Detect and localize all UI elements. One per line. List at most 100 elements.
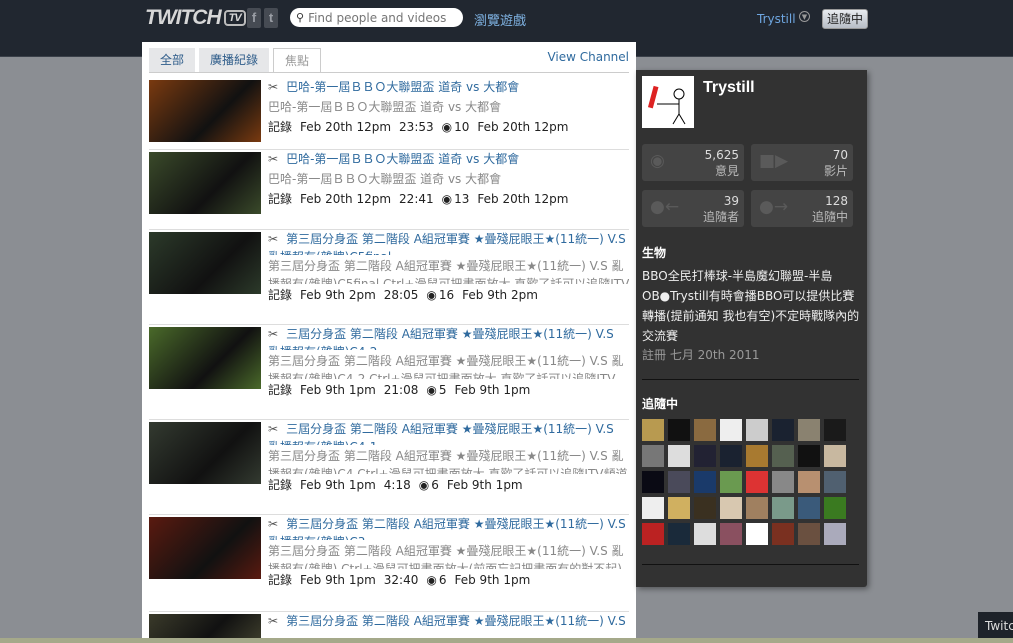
video-meta: 記錄 Feb 9th 1pm 21:08 ◉ 5 Feb 9th 1pm [268, 379, 629, 401]
following-avatar[interactable] [746, 419, 768, 441]
following-avatar[interactable] [824, 419, 846, 441]
video-title-link[interactable]: 第三屆分身盃 第二階段 A組冠軍賽 ★曡殘屁眼王★(11統一) V.S [286, 517, 626, 531]
following-avatar[interactable] [798, 471, 820, 493]
twitch-logo[interactable]: TWITCH TV [145, 6, 246, 30]
scissors-icon[interactable]: ✂ [268, 327, 278, 341]
video-row[interactable]: ✂ 巴哈-第一屆ＢＢＯ大聯盟盃 道奇 vs 大都會 巴哈-第一屆ＢＢＯ大聯盟盃 道… [149, 150, 629, 230]
scissors-icon[interactable]: ✂ [268, 614, 278, 628]
following-avatar[interactable] [720, 523, 742, 545]
following-avatar[interactable] [746, 497, 768, 519]
following-avatar[interactable] [720, 419, 742, 441]
following-avatar[interactable] [824, 445, 846, 467]
video-row[interactable]: ✂ 第三屆分身盃 第二階段 A組冠軍賽 ★曡殘屁眼王★(11統一) V.S [149, 612, 629, 640]
video-thumbnail[interactable] [149, 422, 261, 484]
following-avatar[interactable] [694, 445, 716, 467]
following-avatar[interactable] [772, 497, 794, 519]
avatar[interactable] [642, 76, 694, 128]
following-avatar[interactable] [746, 471, 768, 493]
following-avatar[interactable] [746, 523, 768, 545]
following-avatar[interactable] [668, 419, 690, 441]
video-title-link[interactable]: 第三屆分身盃 第二階段 A組冠軍賽 ★曡殘屁眼王★(11統一) V.S [286, 614, 626, 628]
videos-popup: 全部 廣播紀錄 焦點 View Channel ✂ 巴哈-第一屆ＢＢＯ大聯盟盃 道… [142, 42, 636, 643]
video-title-link[interactable]: 三屆分身盃 第二階段 A組冠軍賽 ★曡殘屁眼王★(11統一) V.S [286, 327, 614, 341]
video-title-link[interactable]: 巴哈-第一屆ＢＢＯ大聯盟盃 道奇 vs 大都會 [286, 80, 519, 94]
search-input[interactable] [308, 10, 459, 25]
video-row[interactable]: ✂ 巴哈-第一屆ＢＢＯ大聯盟盃 道奇 vs 大都會 巴哈-第一屆ＢＢＯ大聯盟盃 道… [149, 78, 629, 150]
scissors-icon[interactable]: ✂ [268, 80, 278, 94]
video-thumbnail[interactable] [149, 232, 261, 294]
video-description-overflow: 播報有(雜牌)C4 Ctrl+滑鼠可把畫面放大 直歡了話可以追隨ITV頻道 [268, 467, 628, 474]
video-thumbnail[interactable] [149, 327, 261, 389]
user-menu-link[interactable]: Trystill [757, 12, 796, 26]
following-avatar[interactable] [668, 445, 690, 467]
scissors-icon[interactable]: ✂ [268, 232, 278, 246]
following-avatar[interactable] [642, 445, 664, 467]
following-button[interactable]: 追隨中 [822, 9, 868, 29]
scissors-icon[interactable]: ✂ [268, 422, 278, 436]
following-avatar[interactable] [746, 445, 768, 467]
video-thumbnail[interactable] [149, 152, 261, 214]
video-row[interactable]: ✂ 第三屆分身盃 第二階段 A組冠軍賽 ★曡殘屁眼王★(11統一) V.S 亂播報… [149, 515, 629, 612]
view-count: 6 [431, 478, 439, 492]
video-row[interactable]: ✂ 三屆分身盃 第二階段 A組冠軍賽 ★曡殘屁眼王★(11統一) V.S 亂播報有… [149, 420, 629, 515]
video-row[interactable]: ✂ 三屆分身盃 第二階段 A組冠軍賽 ★曡殘屁眼王★(11統一) V.S 亂播報有… [149, 325, 629, 420]
scissors-icon[interactable]: ✂ [268, 517, 278, 531]
recorded-label: 記錄 [268, 383, 293, 397]
recorded-date: Feb 9th 1pm [300, 478, 376, 492]
search-icon: ⚲ [296, 11, 305, 24]
video-title-link[interactable]: 巴哈-第一屆ＢＢＯ大聯盟盃 道奇 vs 大都會 [286, 152, 519, 166]
following-avatar[interactable] [642, 497, 664, 519]
video-thumbnail[interactable] [149, 80, 261, 142]
video-length: 4:18 [383, 478, 411, 492]
video-thumbnail[interactable] [149, 517, 261, 579]
profile-name[interactable]: Trystill [703, 79, 755, 97]
video-meta: 記錄 Feb 9th 2pm 28:05 ◉ 16 Feb 9th 2pm [268, 284, 629, 306]
view-count: 16 [438, 288, 455, 302]
video-thumbnail[interactable] [149, 614, 261, 638]
tab-all[interactable]: 全部 [149, 48, 196, 72]
following-avatar[interactable] [642, 471, 664, 493]
following-avatar[interactable] [772, 419, 794, 441]
following-avatar[interactable] [772, 523, 794, 545]
video-description: 巴哈-第一屆ＢＢＯ大聯盟盃 道奇 vs 大都會 [268, 100, 502, 114]
following-avatar[interactable] [772, 445, 794, 467]
following-avatar[interactable] [798, 523, 820, 545]
following-avatar[interactable] [694, 419, 716, 441]
following-avatar[interactable] [694, 471, 716, 493]
following-avatar[interactable] [642, 523, 664, 545]
video-row[interactable]: ✂ 第三屆分身盃 第二階段 A組冠軍賽 ★曡殘屁眼王★(11統一) V.S 亂播報… [149, 230, 629, 325]
following-avatar[interactable] [668, 497, 690, 519]
stat-followers[interactable]: ●← 39 追隨者 [642, 190, 744, 227]
browse-games-link[interactable]: 瀏覽遊戲 [474, 10, 526, 29]
following-avatar[interactable] [668, 471, 690, 493]
video-title-overflow: 亂播報有(雜牌)C5final [268, 248, 629, 255]
following-avatar[interactable] [668, 523, 690, 545]
tab-highlights[interactable]: 焦點 [273, 48, 322, 72]
stat-following[interactable]: ●→ 128 追隨中 [751, 190, 853, 227]
following-avatar[interactable] [824, 497, 846, 519]
following-avatar[interactable] [720, 497, 742, 519]
following-avatar[interactable] [798, 445, 820, 467]
scissors-icon[interactable]: ✂ [268, 152, 278, 166]
following-avatar[interactable] [824, 471, 846, 493]
search-box[interactable]: ⚲ [290, 8, 463, 27]
following-avatar[interactable] [720, 445, 742, 467]
divider [642, 379, 859, 380]
following-avatar[interactable] [694, 497, 716, 519]
video-title-link[interactable]: 三屆分身盃 第二階段 A組冠軍賽 ★曡殘屁眼王★(11統一) V.S [286, 422, 614, 436]
chevron-down-icon[interactable]: ▼ [799, 11, 810, 22]
twitter-icon[interactable]: t [264, 8, 278, 28]
following-avatar[interactable] [694, 523, 716, 545]
view-channel-link[interactable]: View Channel [547, 50, 629, 64]
facebook-icon[interactable]: f [247, 8, 261, 28]
following-avatar[interactable] [772, 471, 794, 493]
tab-broadcasts[interactable]: 廣播紀錄 [199, 48, 270, 72]
following-avatar[interactable] [720, 471, 742, 493]
video-title-link[interactable]: 第三屆分身盃 第二階段 A組冠軍賽 ★曡殘屁眼王★(11統一) V.S [286, 232, 626, 246]
stat-videos[interactable]: ■▶ 70 影片 [751, 144, 853, 181]
following-avatar[interactable] [798, 497, 820, 519]
following-avatar[interactable] [642, 419, 664, 441]
following-avatar[interactable] [824, 523, 846, 545]
following-avatar[interactable] [798, 419, 820, 441]
bio-heading: 生物 [642, 246, 667, 260]
